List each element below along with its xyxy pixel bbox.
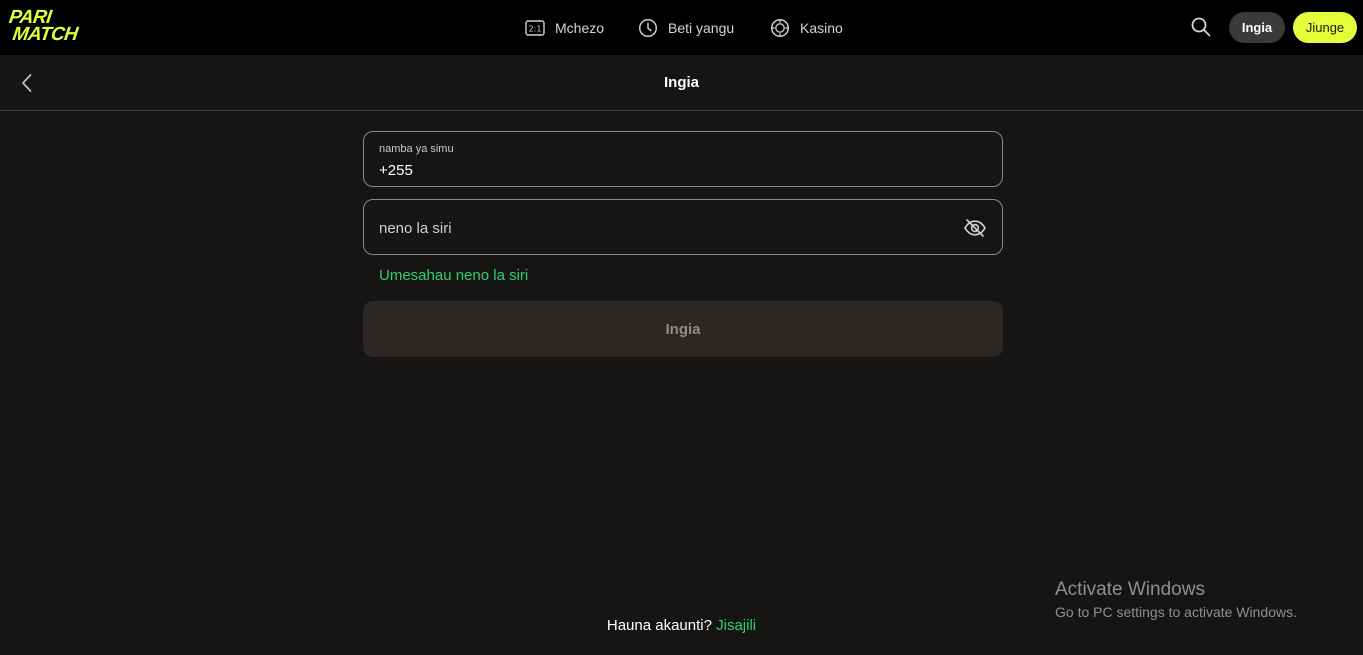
chevron-left-icon <box>22 74 32 92</box>
signup-prompt-text: Hauna akaunti? <box>606 617 712 634</box>
nav-item-beti-yangu[interactable]: Beti yangu <box>638 0 734 55</box>
page-header: Ingia <box>0 55 1363 111</box>
parimatch-logo[interactable]: PARI MATCH <box>6 7 112 45</box>
top-navigation-bar: PARI MATCH 2:1 Mchezo Beti yangu Kasino … <box>0 0 1363 55</box>
phone-input[interactable] <box>379 160 979 180</box>
password-field[interactable] <box>363 199 1003 255</box>
search-icon <box>1191 17 1211 37</box>
logo-wordmark: PARI MATCH <box>6 7 81 45</box>
clock-icon <box>638 18 658 37</box>
page-title: Ingia <box>663 74 699 91</box>
password-visibility-toggle[interactable] <box>963 216 987 240</box>
nav-item-mchezo[interactable]: 2:1 Mchezo <box>525 0 604 55</box>
eye-off-icon <box>964 219 986 237</box>
nav-label-kasino: Kasino <box>800 19 843 36</box>
scoreboard-icon-text: 2:1 <box>529 24 542 33</box>
search-button[interactable] <box>1190 16 1212 38</box>
phone-field-label: namba ya simu <box>379 143 454 155</box>
forgot-password-link[interactable]: Umesahau neno la siri <box>379 267 528 284</box>
nav-item-kasino[interactable]: Kasino <box>770 0 843 55</box>
scoreboard-icon: 2:1 <box>525 19 545 36</box>
join-button[interactable]: Jiunge <box>1293 12 1357 43</box>
windows-activation-watermark: Activate Windows Go to PC settings to ac… <box>1055 578 1355 622</box>
logo-line-2: MATCH <box>11 24 79 45</box>
submit-login-button[interactable]: Ingia <box>363 301 1003 357</box>
watermark-title: Activate Windows <box>1055 579 1205 600</box>
phone-field[interactable]: namba ya simu <box>363 131 1003 187</box>
nav-label-mchezo: Mchezo <box>555 19 605 36</box>
nav-label-beti-yangu: Beti yangu <box>668 19 735 36</box>
back-button[interactable] <box>16 72 38 94</box>
signup-link[interactable]: Jisajili <box>716 617 756 634</box>
login-button[interactable]: Ingia <box>1229 12 1285 43</box>
password-input[interactable] <box>379 217 939 239</box>
signup-prompt: Hauna akaunti? Jisajili <box>0 617 1363 634</box>
casino-chip-icon <box>770 18 790 37</box>
